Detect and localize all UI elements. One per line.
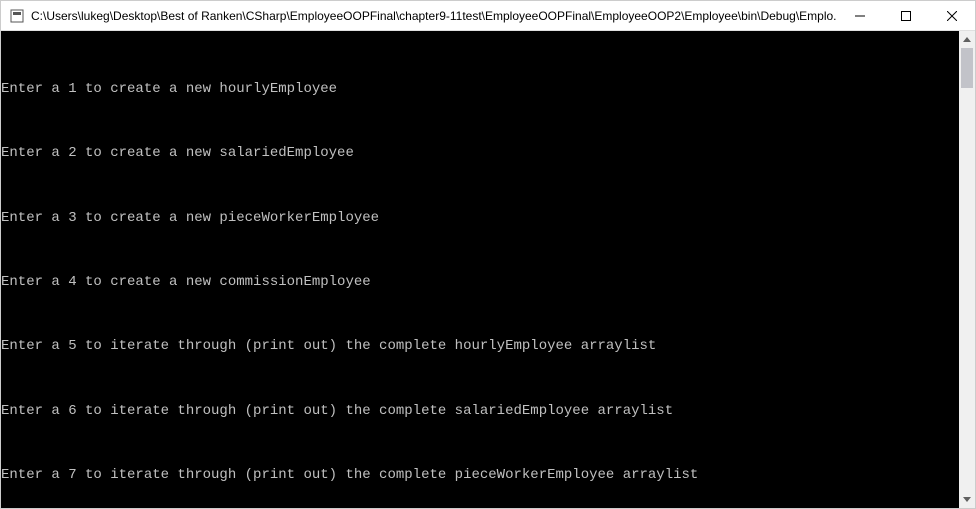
close-icon bbox=[947, 11, 957, 21]
maximize-icon bbox=[901, 11, 911, 21]
scroll-down-button[interactable] bbox=[959, 491, 975, 508]
minimize-icon bbox=[855, 11, 865, 21]
close-button[interactable] bbox=[929, 1, 975, 30]
scroll-track[interactable] bbox=[959, 48, 975, 491]
console-line: Enter a 7 to iterate through (print out)… bbox=[1, 467, 959, 483]
console-line: Enter a 4 to create a new commissionEmpl… bbox=[1, 274, 959, 290]
console-line: Enter a 1 to create a new hourlyEmployee bbox=[1, 81, 959, 97]
chevron-up-icon bbox=[963, 37, 971, 42]
console-line: Enter a 5 to iterate through (print out)… bbox=[1, 338, 959, 354]
vertical-scrollbar[interactable] bbox=[959, 31, 975, 508]
console-output[interactable]: Enter a 1 to create a new hourlyEmployee… bbox=[1, 31, 959, 508]
console-line: Enter a 3 to create a new pieceWorkerEmp… bbox=[1, 210, 959, 226]
chevron-down-icon bbox=[963, 497, 971, 502]
scroll-up-button[interactable] bbox=[959, 31, 975, 48]
window-title: C:\Users\lukeg\Desktop\Best of Ranken\CS… bbox=[31, 9, 837, 23]
titlebar[interactable]: C:\Users\lukeg\Desktop\Best of Ranken\CS… bbox=[1, 1, 975, 31]
console-line: Enter a 6 to iterate through (print out)… bbox=[1, 403, 959, 419]
content-wrap: Enter a 1 to create a new hourlyEmployee… bbox=[1, 31, 975, 508]
maximize-button[interactable] bbox=[883, 1, 929, 30]
console-window: C:\Users\lukeg\Desktop\Best of Ranken\CS… bbox=[0, 0, 976, 509]
minimize-button[interactable] bbox=[837, 1, 883, 30]
app-icon bbox=[9, 8, 25, 24]
console-line: Enter a 2 to create a new salariedEmploy… bbox=[1, 145, 959, 161]
scroll-thumb[interactable] bbox=[961, 48, 973, 88]
window-controls bbox=[837, 1, 975, 30]
